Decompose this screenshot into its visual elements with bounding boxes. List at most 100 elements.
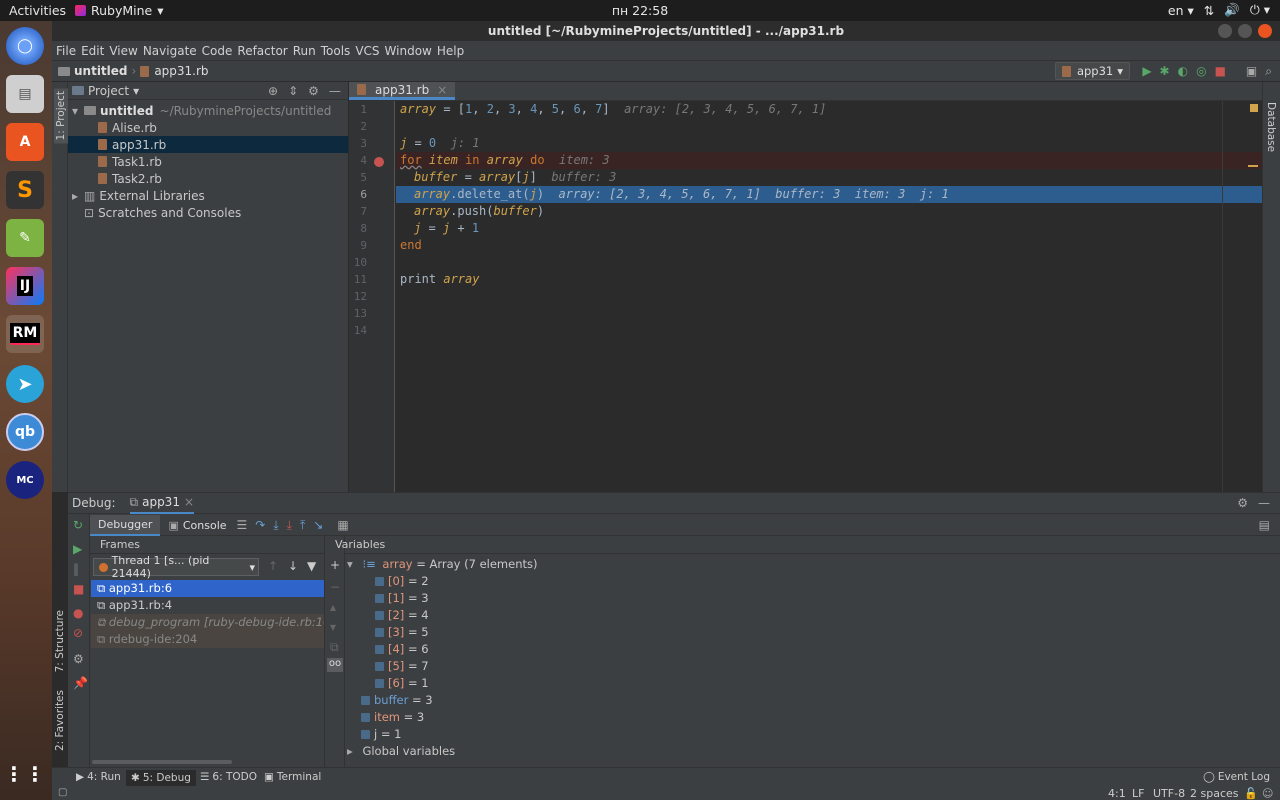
chevron-down-icon[interactable]: ▾: [133, 84, 139, 98]
mute-breakpoints-icon[interactable]: ⊘: [73, 626, 83, 640]
toggle-tool-windows-icon[interactable]: ▢: [58, 787, 67, 798]
variable-array[interactable]: ▾ ⁝≡ array = Array (7 elements): [347, 556, 537, 573]
debug-session-tab[interactable]: ⧉ app31 ×: [129, 493, 195, 514]
variable-globals[interactable]: ▸ Global variables: [347, 743, 455, 760]
rerun-icon[interactable]: ↻: [73, 518, 83, 532]
project-structure-icon[interactable]: ▣: [1246, 64, 1257, 79]
sublime-text-icon[interactable]: S: [6, 171, 44, 209]
profile-icon[interactable]: ◎: [1196, 64, 1206, 79]
project-tool-tab[interactable]: 1: Project: [54, 88, 68, 144]
midnight-commander-icon[interactable]: MC: [6, 461, 44, 499]
step-into-icon[interactable]: ⤓: [273, 518, 278, 533]
menu-tools[interactable]: Tools: [321, 44, 351, 58]
show-applications-icon[interactable]: ⋮⋮: [4, 755, 45, 793]
move-down-icon[interactable]: ▾: [330, 620, 336, 634]
pause-icon[interactable]: ‖: [73, 562, 79, 576]
inspector-icon[interactable]: ☺: [1262, 787, 1273, 800]
breadcrumb-project[interactable]: untitled: [74, 64, 128, 78]
tree-file-alise[interactable]: Alise.rb: [68, 119, 348, 136]
menu-window[interactable]: Window: [385, 44, 432, 58]
restore-layout-icon[interactable]: ▤: [1259, 518, 1270, 532]
menu-help[interactable]: Help: [437, 44, 464, 58]
telegram-icon[interactable]: ➤: [6, 365, 44, 403]
favorites-tool-tab[interactable]: 2: Favorites: [54, 690, 66, 751]
filter-icon[interactable]: ▼: [307, 559, 316, 573]
array-element[interactable]: [6] = 1: [375, 675, 429, 692]
force-step-into-icon[interactable]: ⤓: [287, 518, 292, 533]
activities-button[interactable]: Activities: [9, 3, 66, 18]
array-element[interactable]: [1] = 3: [375, 590, 429, 607]
menu-view[interactable]: View: [109, 44, 137, 58]
error-stripe-marker[interactable]: [1248, 165, 1258, 167]
menu-vcs[interactable]: VCS: [355, 44, 379, 58]
event-log-tab[interactable]: ◯ Event Log: [1203, 770, 1270, 784]
indent-setting[interactable]: 2 spaces: [1190, 787, 1239, 800]
editor-tab-app31[interactable]: app31.rb ×: [349, 82, 456, 100]
menu-navigate[interactable]: Navigate: [143, 44, 197, 58]
close-icon[interactable]: ×: [184, 495, 194, 509]
frame-row[interactable]: ⧉ rdebug-ide:204: [91, 631, 324, 648]
step-over-icon[interactable]: ↷: [255, 518, 265, 533]
line-separator[interactable]: LF: [1132, 787, 1144, 800]
menu-refactor[interactable]: Refactor: [237, 44, 287, 58]
array-element[interactable]: [4] = 6: [375, 641, 429, 658]
frame-down-icon[interactable]: ↓: [288, 559, 298, 573]
stop-icon[interactable]: ■: [1215, 64, 1226, 79]
caret-position[interactable]: 4:1: [1108, 787, 1126, 800]
clock[interactable]: пн 22:58: [0, 3, 1280, 18]
close-button[interactable]: [1258, 24, 1272, 38]
inspection-status-icon[interactable]: [1250, 104, 1258, 112]
variable-buffer[interactable]: buffer = 3: [361, 692, 433, 709]
menu-code[interactable]: Code: [202, 44, 233, 58]
menu-icon[interactable]: ☰: [237, 518, 248, 533]
app-menu[interactable]: RubyMine ▾: [75, 3, 164, 18]
resume-icon[interactable]: ▶: [73, 542, 82, 556]
move-up-icon[interactable]: ▴: [330, 600, 336, 614]
show-watches-icon[interactable]: oo: [327, 658, 343, 672]
array-element[interactable]: [0] = 2: [375, 573, 429, 590]
expand-arrow-icon[interactable]: ▸: [347, 744, 353, 758]
view-breakpoints-icon[interactable]: ●: [73, 606, 83, 620]
rubymine-icon[interactable]: RM: [6, 315, 44, 353]
breakpoint-icon[interactable]: [374, 157, 384, 167]
run-to-cursor-icon[interactable]: ↘: [313, 518, 323, 533]
tree-external-libraries[interactable]: ▸ ▥ External Libraries: [68, 187, 348, 204]
menu-file[interactable]: File: [56, 44, 76, 58]
frame-row[interactable]: ⧉ app31.rb:4: [91, 597, 324, 614]
variable-j[interactable]: j = 1: [361, 726, 401, 743]
frame-row[interactable]: ⧉ app31.rb:6: [91, 580, 324, 597]
close-icon[interactable]: ×: [437, 83, 447, 97]
minimize-button[interactable]: [1218, 24, 1232, 38]
qbittorrent-icon[interactable]: qb: [6, 413, 44, 451]
search-everywhere-icon[interactable]: ⌕: [1265, 64, 1272, 79]
project-view-select[interactable]: Project: [88, 84, 129, 98]
tree-file-app31[interactable]: app31.rb: [68, 136, 348, 153]
run-configuration-select[interactable]: app31 ▾: [1054, 62, 1130, 80]
menu-edit[interactable]: Edit: [81, 44, 104, 58]
tree-file-task1[interactable]: Task1.rb: [68, 153, 348, 170]
gear-icon[interactable]: ⚙: [308, 84, 319, 98]
volume-icon[interactable]: 🔊: [1224, 2, 1240, 18]
file-encoding[interactable]: UTF-8: [1153, 787, 1185, 800]
copy-icon[interactable]: ⧉: [330, 640, 339, 655]
tree-file-task2[interactable]: Task2.rb: [68, 170, 348, 187]
frame-row[interactable]: ⧉ debug_program [ruby-debug-ide.rb:100] …: [91, 614, 324, 631]
debug-icon[interactable]: ✱: [1160, 64, 1170, 79]
locate-file-icon[interactable]: ⊕: [268, 84, 278, 98]
array-element[interactable]: [3] = 5: [375, 624, 429, 641]
image-viewer-icon[interactable]: ✎: [6, 219, 44, 257]
collapse-all-icon[interactable]: ⇕: [288, 84, 298, 98]
run-icon[interactable]: ▶: [1142, 64, 1151, 79]
maximize-button[interactable]: [1238, 24, 1252, 38]
evaluate-expression-icon[interactable]: ▦: [337, 518, 348, 533]
frame-up-icon[interactable]: ↑: [268, 559, 278, 573]
hide-panel-icon[interactable]: —: [329, 84, 341, 98]
database-tool-tab[interactable]: Database: [1265, 102, 1277, 152]
breadcrumb-file[interactable]: app31.rb: [154, 64, 208, 78]
gear-icon[interactable]: ⚙: [1237, 496, 1248, 510]
todo-tool-tab[interactable]: ☰ 6: TODO: [200, 770, 257, 784]
debug-tool-tab[interactable]: ✱ 5: Debug: [126, 770, 196, 786]
hide-panel-icon[interactable]: —: [1258, 496, 1270, 510]
software-center-icon[interactable]: A: [6, 123, 44, 161]
structure-tool-tab[interactable]: 7: Structure: [54, 610, 66, 672]
